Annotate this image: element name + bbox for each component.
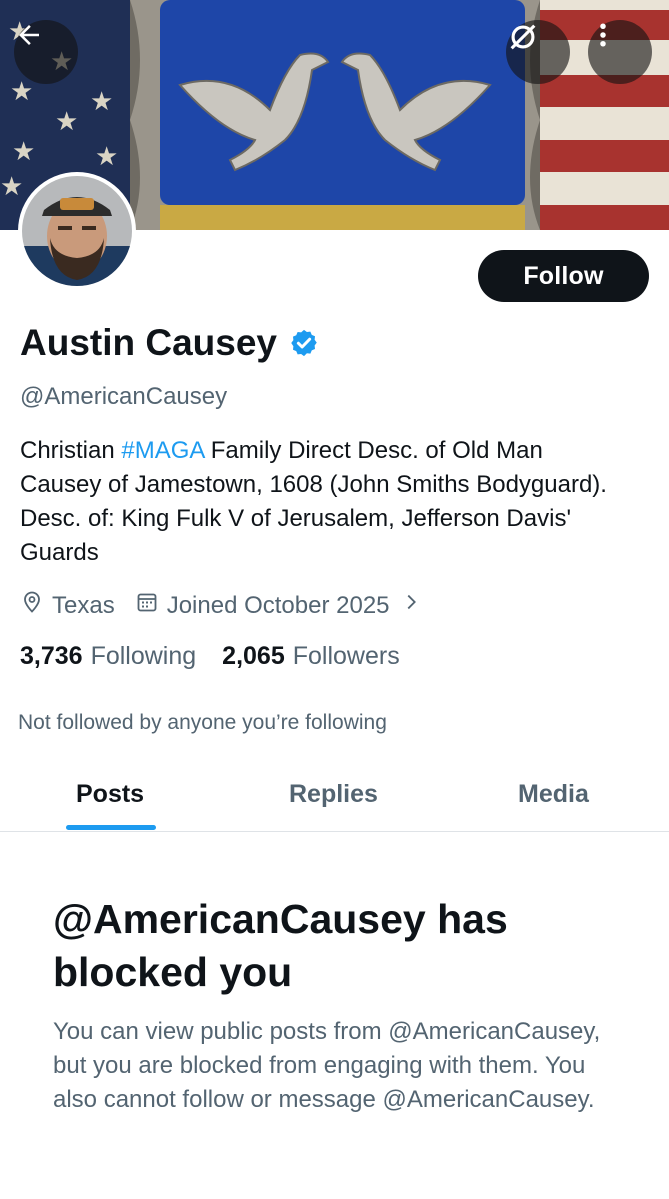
followers-link[interactable]: 2,065 Followers — [222, 642, 400, 671]
calendar-icon — [135, 590, 167, 621]
display-name: Austin Causey — [20, 322, 319, 364]
followers-label: Followers — [292, 642, 400, 670]
active-tab-indicator — [66, 825, 156, 830]
display-name-text: Austin Causey — [20, 322, 278, 363]
followers-count: 2,065 — [222, 642, 285, 670]
location-pin-icon — [20, 590, 52, 621]
mutuals-note: Not followed by anyone you’re following — [18, 711, 387, 734]
avatar[interactable] — [18, 172, 136, 290]
svg-text:★: ★ — [0, 172, 23, 202]
avatar-image — [22, 176, 132, 286]
joined-text: Joined October 2025 — [166, 591, 390, 619]
follow-stats: 3,736 Following 2,065 Followers — [20, 642, 400, 671]
more-options-button[interactable] — [588, 20, 652, 84]
profile-bio: Christian #MAGA Family Direct Desc. of O… — [20, 434, 620, 570]
following-link[interactable]: 3,736 Following — [20, 642, 196, 671]
location: Texas — [20, 590, 115, 621]
profile-tabs: Posts Replies Media — [0, 760, 669, 832]
svg-text:★: ★ — [12, 137, 35, 167]
user-handle: @AmericanCausey — [20, 383, 228, 410]
following-label: Following — [90, 642, 197, 670]
follow-button[interactable]: Follow — [478, 250, 649, 302]
back-button[interactable] — [14, 20, 78, 84]
verified-badge-icon[interactable] — [289, 328, 319, 358]
profile-meta: Texas Joined October 2025 — [20, 590, 422, 621]
tab-posts[interactable]: Posts — [76, 780, 144, 809]
svg-text:★: ★ — [55, 107, 78, 137]
location-text: Texas — [52, 591, 115, 619]
svg-text:★: ★ — [90, 87, 113, 117]
blocked-title: @AmericanCausey has blocked you — [53, 896, 508, 995]
svg-text:★: ★ — [10, 77, 33, 107]
translate-button[interactable] — [506, 20, 570, 84]
blocked-description: You can view public posts from @American… — [53, 1018, 601, 1113]
tab-media[interactable]: Media — [518, 780, 589, 809]
tab-replies[interactable]: Replies — [289, 780, 378, 809]
bio-text-start: Christian — [20, 437, 122, 464]
svg-text:★: ★ — [95, 142, 118, 172]
joined-date[interactable]: Joined October 2025 — [135, 590, 422, 621]
bio-hashtag-link[interactable]: #MAGA — [121, 437, 204, 464]
chevron-right-icon — [390, 591, 422, 620]
following-count: 3,736 — [20, 642, 83, 670]
